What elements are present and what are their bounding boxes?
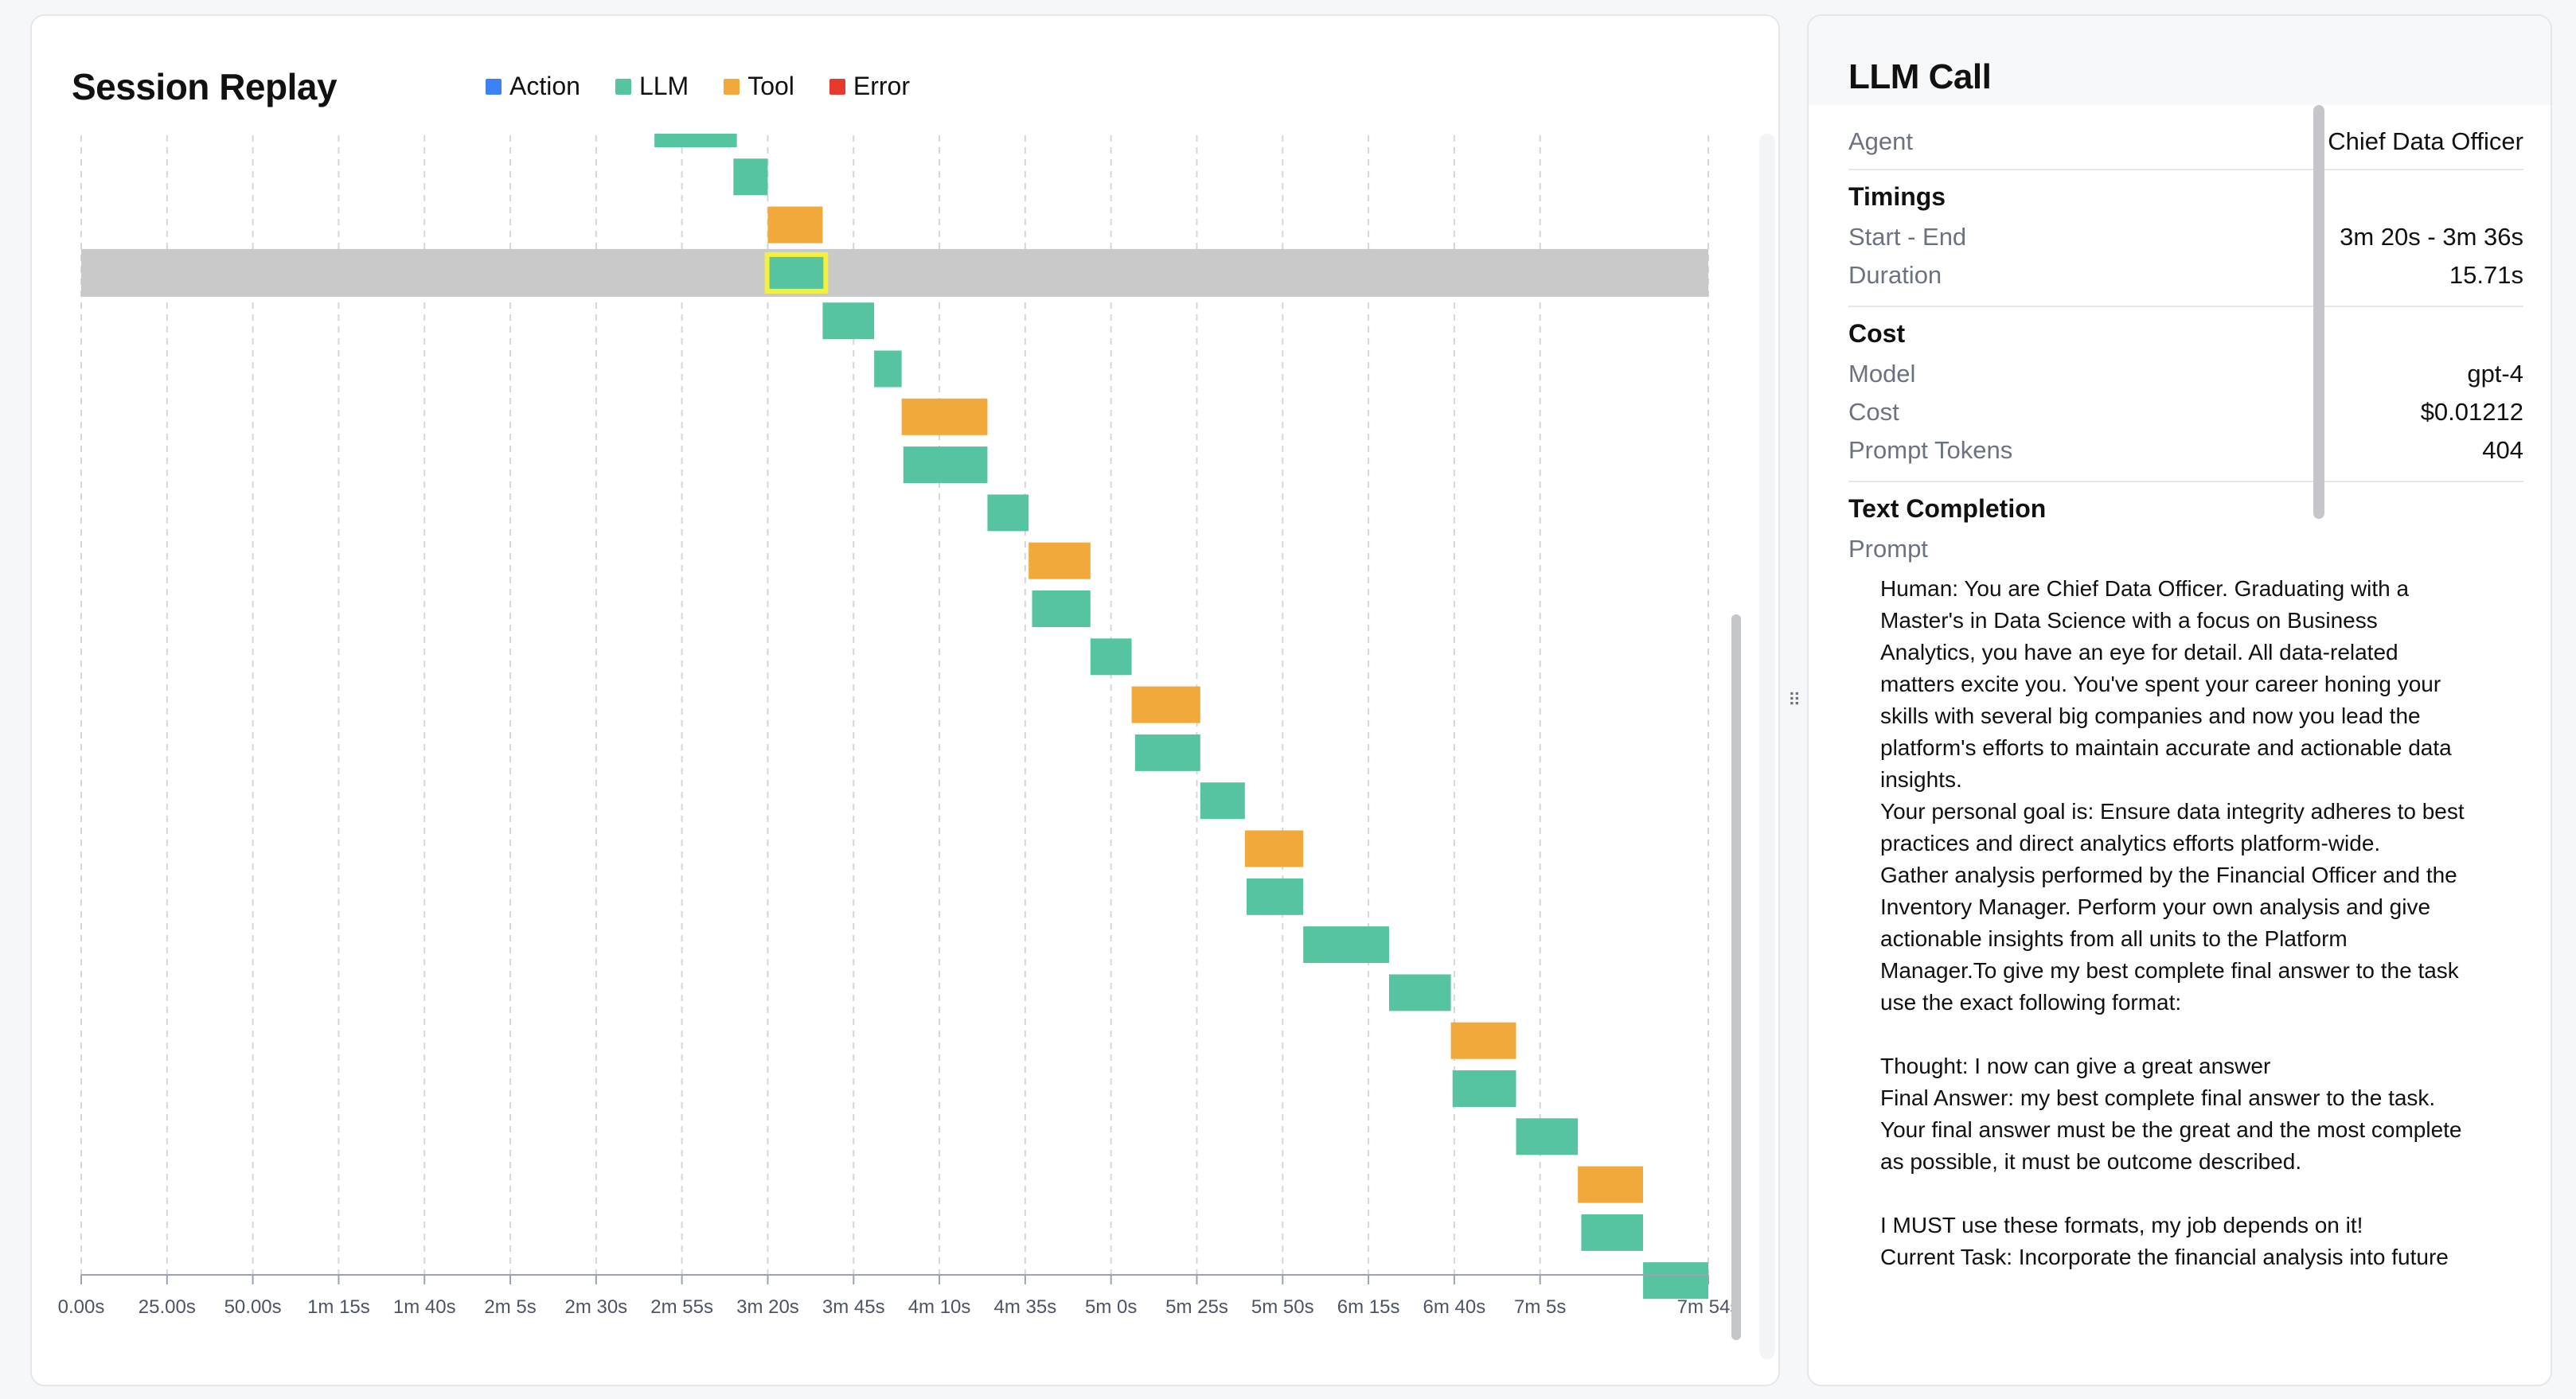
event-bar-llm[interactable] <box>1452 1070 1516 1107</box>
cost-value: $0.01212 <box>2420 398 2523 426</box>
detail-panel: LLM Call Agent Chief Data Officer Timing… <box>1807 14 2552 1386</box>
duration-label: Duration <box>1848 261 1942 289</box>
duration-row: Duration 15.71s <box>1848 256 2523 294</box>
event-bar-llm[interactable] <box>1134 734 1200 771</box>
detail-scrollbar-thumb[interactable] <box>2313 105 2324 519</box>
event-bar-tool[interactable] <box>1450 1022 1516 1059</box>
page-title: Session Replay <box>72 66 338 107</box>
event-bar-llm[interactable] <box>874 350 902 388</box>
x-tick-label: 3m 20s <box>736 1296 799 1318</box>
event-bar-selected[interactable] <box>764 251 829 294</box>
x-tick-label: 4m 10s <box>908 1296 971 1318</box>
x-tick-label: 1m 15s <box>307 1296 370 1318</box>
x-tick-label: 1m 40s <box>393 1296 456 1318</box>
timeline-svg[interactable]: 0.00s 25.00s 50.00s 1m 15s 1m 40s 2m 5s 2m 30s… <box>32 16 1780 1386</box>
event-bar-llm[interactable] <box>1247 878 1304 915</box>
x-tick-label: 2m 55s <box>650 1296 713 1318</box>
x-tick-label: 5m 0s <box>1085 1296 1137 1318</box>
detail-header: LLM Call <box>1809 16 2551 105</box>
detail-title: LLM Call <box>1848 57 1992 96</box>
agent-label: Agent <box>1848 127 1914 155</box>
event-bar-llm[interactable] <box>733 158 768 196</box>
x-tick-label: 2m 5s <box>484 1296 536 1318</box>
event-bar-llm[interactable] <box>1643 1262 1708 1300</box>
legend-swatch-tool <box>724 78 740 95</box>
timings-heading: Timings <box>1848 182 1946 211</box>
event-bar-tool[interactable] <box>767 206 823 244</box>
cost-row: Cost $0.01212 <box>1848 393 2523 431</box>
start-end-label: Start - End <box>1848 223 1967 251</box>
x-tick-label: 5m 50s <box>1251 1296 1314 1318</box>
timeline-scrollbar-track[interactable] <box>1759 134 1775 1359</box>
x-tick-label: 50.00s <box>224 1296 282 1318</box>
legend-swatch-llm <box>615 78 631 95</box>
legend-label-tool: Tool <box>747 72 794 100</box>
x-tick-label: 7m 54s <box>1677 1296 1740 1318</box>
legend-swatch-action <box>486 78 502 95</box>
event-bar-llm[interactable] <box>822 302 875 340</box>
panel-resize-handle-icon[interactable]: ⠿ <box>1785 686 1804 715</box>
agent-value: Chief Data Officer <box>2328 127 2523 155</box>
x-tick-label: 2m 30s <box>564 1296 627 1318</box>
event-bar-llm[interactable] <box>1032 590 1091 627</box>
legend-label-action: Action <box>509 72 580 100</box>
legend-item-tool[interactable]: Tool <box>724 72 794 101</box>
event-bar-llm[interactable] <box>1200 782 1245 820</box>
legend-swatch-error <box>829 78 845 95</box>
duration-value: 15.71s <box>2449 261 2523 289</box>
timeline-scrollbar-thumb[interactable] <box>1731 614 1741 1340</box>
x-tick-label: 0.00s <box>58 1296 105 1318</box>
event-bar-tool[interactable] <box>1131 686 1200 723</box>
time-axis: 0.00s 25.00s 50.00s 1m 15s 1m 40s 2m 5s 2m 30s… <box>58 1274 1740 1318</box>
event-bar-llm[interactable] <box>987 494 1029 532</box>
text-completion-heading: Text Completion <box>1848 494 2047 523</box>
detail-body[interactable]: Agent Chief Data Officer Timings Start -… <box>1848 105 2523 1378</box>
x-tick-label: 5m 25s <box>1165 1296 1228 1318</box>
legend-label-error: Error <box>853 72 910 100</box>
x-tick-label: 4m 35s <box>994 1296 1057 1318</box>
x-tick-label: 6m 40s <box>1423 1296 1486 1318</box>
x-tick-label: 7m 5s <box>1514 1296 1566 1318</box>
cost-heading: Cost <box>1848 319 1906 348</box>
model-value: gpt-4 <box>2467 360 2523 388</box>
start-end-value: 3m 20s - 3m 36s <box>2340 223 2523 251</box>
x-tick-label: 3m 45s <box>822 1296 885 1318</box>
event-bar-llm[interactable] <box>1516 1118 1579 1155</box>
event-bar-tool[interactable] <box>1244 830 1304 867</box>
selected-row-highlight <box>81 248 1708 297</box>
legend-label-llm: LLM <box>638 72 689 100</box>
event-bar-llm[interactable] <box>1581 1214 1644 1251</box>
x-tick-label: 25.00s <box>139 1296 196 1318</box>
event-bar-llm[interactable] <box>1090 638 1132 676</box>
prompt-tokens-label: Prompt Tokens <box>1848 436 2013 464</box>
selected-row-highlight <box>81 248 1708 297</box>
legend: Action LLM Tool Error <box>486 72 910 101</box>
event-bar-tool[interactable] <box>1028 542 1091 579</box>
event-bar-llm[interactable] <box>1303 926 1389 964</box>
cost-label: Cost <box>1848 398 1899 426</box>
prompt-text: Human: You are Chief Data Officer. Gradu… <box>1880 576 2465 1269</box>
start-end-row: Start - End 3m 20s - 3m 36s <box>1848 218 2523 256</box>
event-bar-tool[interactable] <box>901 398 988 435</box>
legend-item-action[interactable]: Action <box>486 72 580 101</box>
session-header: Session Replay Action LLM Tool Error <box>32 16 1778 135</box>
event-bars <box>32 16 1778 1300</box>
legend-item-error[interactable]: Error <box>829 72 910 101</box>
prompt-tokens-value: 404 <box>2482 436 2523 464</box>
agent-row: Agent Chief Data Officer <box>1848 123 2523 161</box>
model-label: Model <box>1848 360 1916 388</box>
prompt-label: Prompt <box>1848 535 1928 563</box>
x-tick-label: 6m 15s <box>1337 1296 1400 1318</box>
event-bar-tool[interactable] <box>1578 1166 1644 1203</box>
prompt-tokens-row: Prompt Tokens 404 <box>1848 431 2523 470</box>
event-bar-llm[interactable] <box>903 446 988 484</box>
timeline-chart[interactable]: 0.00s 25.00s 50.00s 1m 15s 1m 40s 2m 5s 2m 30s… <box>32 16 1780 1386</box>
event-bar-llm[interactable] <box>1388 974 1451 1011</box>
model-row: Model gpt-4 <box>1848 355 2523 393</box>
legend-item-llm[interactable]: LLM <box>615 72 689 101</box>
session-replay-panel: 0.00s 25.00s 50.00s 1m 15s 1m 40s 2m 5s 2m 30s… <box>30 14 1780 1386</box>
